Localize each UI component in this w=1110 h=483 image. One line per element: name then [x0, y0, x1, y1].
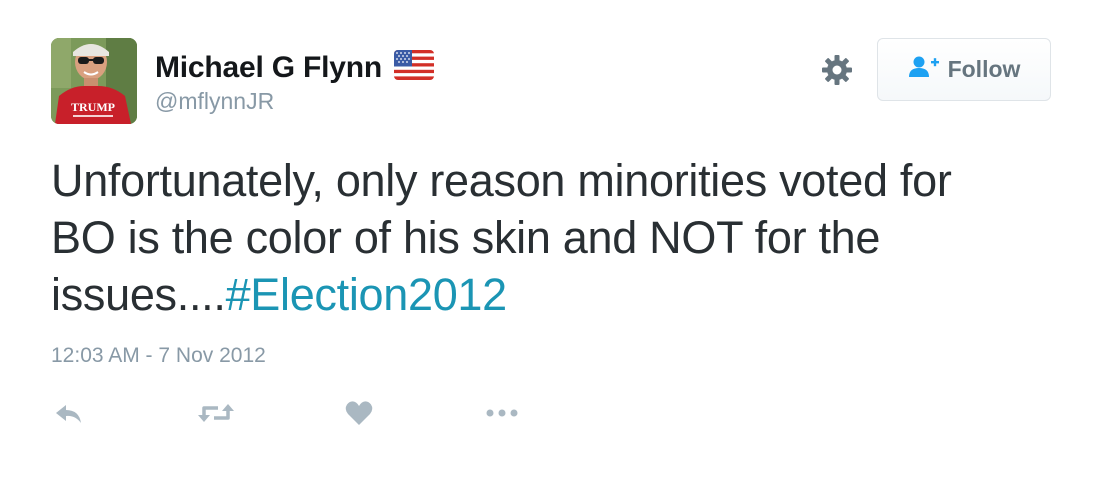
- tweet-text: Unfortunately, only reason minorities vo…: [51, 152, 1051, 323]
- user-name-row: Michael G Flynn: [155, 50, 435, 85]
- more-icon[interactable]: [484, 396, 520, 430]
- person-add-icon: [908, 55, 940, 84]
- retweet-icon[interactable]: [196, 396, 236, 430]
- hashtag-link[interactable]: #Election2012: [226, 269, 508, 320]
- avatar-shirt-text: TRUMP: [71, 100, 115, 114]
- follow-button-label: Follow: [947, 56, 1021, 82]
- tweet-timestamp[interactable]: 12:03 AM - 7 Nov 2012: [51, 344, 266, 368]
- tweet-card: TRUMP Michael G Flynn @mflynnJR Follow U…: [0, 0, 1110, 483]
- tweet-text-line-1: Unfortunately, only reason minorities vo…: [51, 155, 952, 206]
- tweet-text-line-3-plain: issues....: [51, 269, 226, 320]
- reply-icon[interactable]: [53, 396, 85, 430]
- tweet-text-line-2: BO is the color of his skin and NOT for …: [51, 212, 881, 263]
- tweet-text-line-3: issues....#Election2012: [51, 266, 1051, 323]
- user-handle[interactable]: @mflynnJR: [155, 88, 274, 115]
- follow-button[interactable]: Follow: [877, 38, 1051, 101]
- display-name[interactable]: Michael G Flynn: [155, 51, 382, 85]
- gear-icon[interactable]: [819, 52, 855, 88]
- us-flag-icon: [394, 50, 435, 85]
- like-icon[interactable]: [344, 396, 374, 430]
- avatar[interactable]: TRUMP: [51, 38, 137, 124]
